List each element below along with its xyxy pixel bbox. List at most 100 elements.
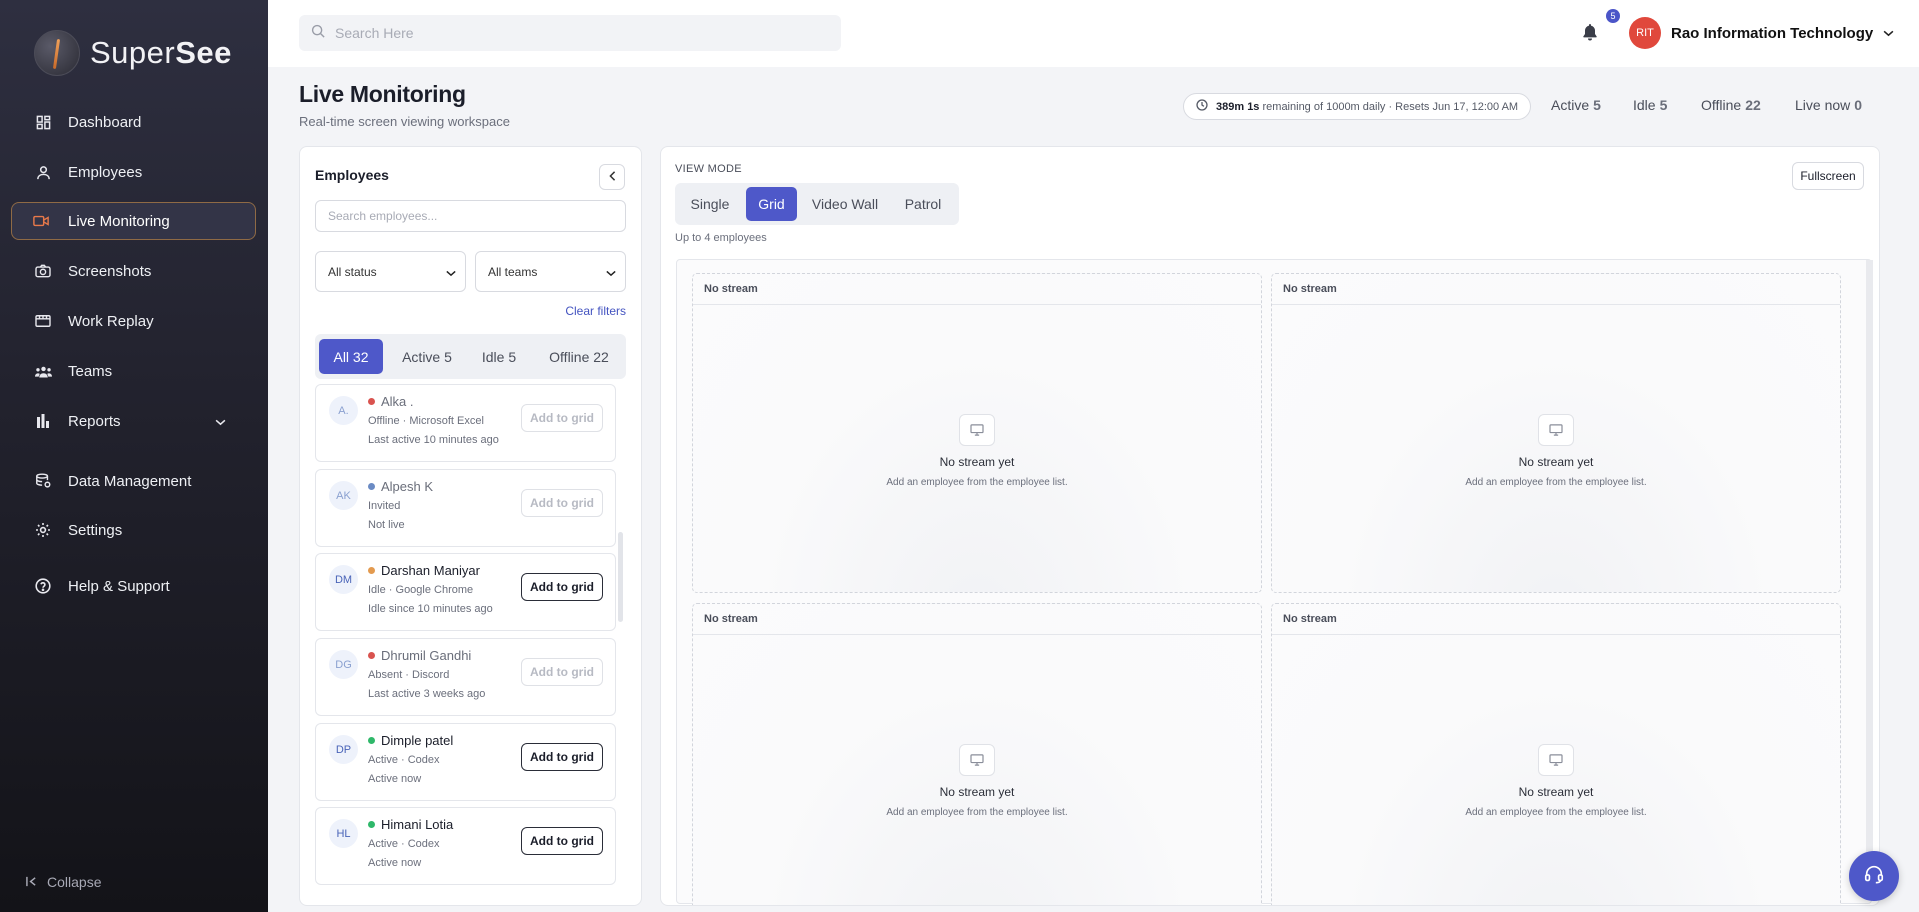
- database-icon: [34, 472, 52, 490]
- team-icon: [34, 362, 52, 380]
- employee-status-app: Offline · Microsoft Excel: [368, 415, 484, 427]
- monitor-icon: [959, 414, 995, 446]
- sidebar-item-data-management[interactable]: Data Management: [14, 462, 254, 500]
- support-chat-button[interactable]: [1849, 851, 1899, 901]
- status-filter-select[interactable]: All status: [315, 251, 466, 292]
- view-mode-patrol[interactable]: Patrol: [891, 187, 955, 221]
- add-to-grid-button[interactable]: Add to grid: [521, 743, 603, 771]
- stream-tile-header: No stream: [693, 604, 1261, 635]
- stream-tile[interactable]: No stream No stream yet Add an employee …: [692, 273, 1262, 593]
- tab-active[interactable]: Active 5: [391, 339, 463, 374]
- sidebar-item-reports[interactable]: Reports: [14, 402, 254, 440]
- sidebar-item-label: Data Management: [68, 472, 192, 490]
- status-dot: [368, 567, 375, 574]
- employee-name: Alka .: [368, 394, 414, 409]
- avatar: DP: [329, 735, 358, 764]
- headset-icon: [1863, 863, 1885, 890]
- sidebar-item-label: Work Replay: [68, 312, 154, 330]
- notification-badge: 5: [1606, 9, 1620, 23]
- dashboard-icon: [34, 113, 52, 131]
- stream-tile-header: No stream: [693, 274, 1261, 305]
- tab-all[interactable]: All 32: [319, 339, 383, 374]
- employee-last-active: Active now: [368, 857, 422, 869]
- add-to-grid-button[interactable]: Add to grid: [521, 573, 603, 601]
- logo-icon: [34, 30, 80, 76]
- user-icon: [34, 163, 52, 181]
- bell-icon[interactable]: [1582, 23, 1598, 46]
- search-input[interactable]: [335, 25, 815, 41]
- employee-name: Himani Lotia: [368, 817, 453, 832]
- sidebar-item-dashboard[interactable]: Dashboard: [14, 103, 254, 141]
- clear-filters-link[interactable]: Clear filters: [565, 304, 626, 318]
- org-name: Rao Information Technology: [1671, 24, 1874, 42]
- add-to-grid-button[interactable]: Add to grid: [521, 827, 603, 855]
- stream-tile[interactable]: No stream No stream yet Add an employee …: [1271, 273, 1841, 593]
- quota-badge: 389m 1s remaining of 1000m daily · Reset…: [1183, 93, 1532, 120]
- add-to-grid-button[interactable]: Add to grid: [521, 404, 603, 432]
- tab-idle[interactable]: Idle 5: [469, 339, 529, 374]
- sidebar-item-label: Help & Support: [68, 577, 170, 595]
- collapse-button[interactable]: Collapse: [26, 874, 101, 890]
- avatar: A.: [329, 396, 358, 425]
- employee-last-active: Last active 3 weeks ago: [368, 688, 486, 700]
- list-item: HL Himani Lotia Active · Codex Active no…: [315, 807, 616, 885]
- employee-last-active: Not live: [368, 519, 405, 531]
- avatar: RIT: [1629, 17, 1661, 49]
- stream-tile[interactable]: No stream No stream yet Add an employee …: [1271, 603, 1841, 905]
- sidebar-item-label: Employees: [68, 163, 143, 181]
- sidebar-item-employees[interactable]: Employees: [14, 153, 254, 191]
- sidebar-item-label: Reports: [68, 412, 121, 430]
- tab-offline[interactable]: Offline 22: [537, 339, 621, 374]
- stat-live-now: Live now 0: [1795, 97, 1863, 113]
- team-filter-select[interactable]: All teams: [475, 251, 626, 292]
- stream-empty-hint: Add an employee from the employee list.: [1465, 807, 1647, 818]
- film-icon: [34, 312, 52, 330]
- org-switcher[interactable]: RIT Rao Information Technology: [1629, 17, 1894, 49]
- status-filter-value: All status: [328, 264, 377, 279]
- chevron-down-icon: [606, 266, 616, 280]
- page-title: Live Monitoring: [299, 81, 466, 107]
- global-search[interactable]: [299, 15, 841, 51]
- stream-tile[interactable]: No stream No stream yet Add an employee …: [692, 603, 1262, 905]
- stream-grid-scrollbar[interactable]: [1866, 260, 1873, 900]
- sidebar-item-teams[interactable]: Teams: [14, 352, 254, 390]
- chevron-left-icon: [608, 168, 616, 186]
- add-to-grid-button[interactable]: Add to grid: [521, 658, 603, 686]
- stream-tile-header: No stream: [1272, 274, 1840, 305]
- sidebar-item-live-monitoring[interactable]: Live Monitoring: [11, 202, 256, 240]
- brand-logo[interactable]: SuperSee: [34, 30, 232, 76]
- view-mode-single[interactable]: Single: [679, 187, 741, 221]
- gear-icon: [34, 521, 52, 539]
- list-item: A. Alka . Offline · Microsoft Excel Last…: [315, 384, 616, 462]
- sidebar-item-work-replay[interactable]: Work Replay: [14, 302, 254, 340]
- employee-last-active: Idle since 10 minutes ago: [368, 603, 493, 615]
- view-mode-grid[interactable]: Grid: [746, 187, 797, 221]
- list-item: DG Dhrumil Gandhi Absent · Discord Last …: [315, 638, 616, 716]
- chevron-down-icon[interactable]: [215, 413, 226, 430]
- employee-list-scrollbar[interactable]: [618, 532, 623, 622]
- sidebar-item-help-support[interactable]: Help & Support: [14, 567, 254, 605]
- sidebar-item-label: Settings: [68, 521, 123, 539]
- sidebar-item-screenshots[interactable]: Screenshots: [14, 252, 254, 290]
- status-dot: [368, 821, 375, 828]
- sidebar-item-label: Teams: [68, 362, 113, 380]
- employee-status-app: Idle · Google Chrome: [368, 584, 474, 596]
- employee-status-app: Active · Codex: [368, 754, 440, 766]
- add-to-grid-button[interactable]: Add to grid: [521, 489, 603, 517]
- employee-search-input[interactable]: [315, 200, 626, 232]
- sidebar-item-settings[interactable]: Settings: [14, 511, 254, 549]
- fullscreen-button[interactable]: Fullscreen: [1792, 162, 1864, 190]
- avatar: HL: [329, 819, 358, 848]
- status-dot: [368, 483, 375, 490]
- clock-icon: [1196, 99, 1208, 114]
- camera-icon: [34, 262, 52, 280]
- collapse-panel-button[interactable]: [599, 164, 625, 190]
- stream-grid: No stream No stream yet Add an employee …: [676, 259, 1873, 905]
- stream-tile-header: No stream: [1272, 604, 1840, 635]
- view-mode-video-wall[interactable]: Video Wall: [803, 187, 887, 221]
- grid-limit-text: Up to 4 employees: [675, 232, 767, 244]
- monitor-icon: [1538, 414, 1574, 446]
- status-tabs: All 32 Active 5 Idle 5 Offline 22: [315, 334, 626, 379]
- employee-name: Darshan Maniyar: [368, 563, 480, 578]
- list-item: AK Alpesh K Invited Not live Add to grid: [315, 469, 616, 547]
